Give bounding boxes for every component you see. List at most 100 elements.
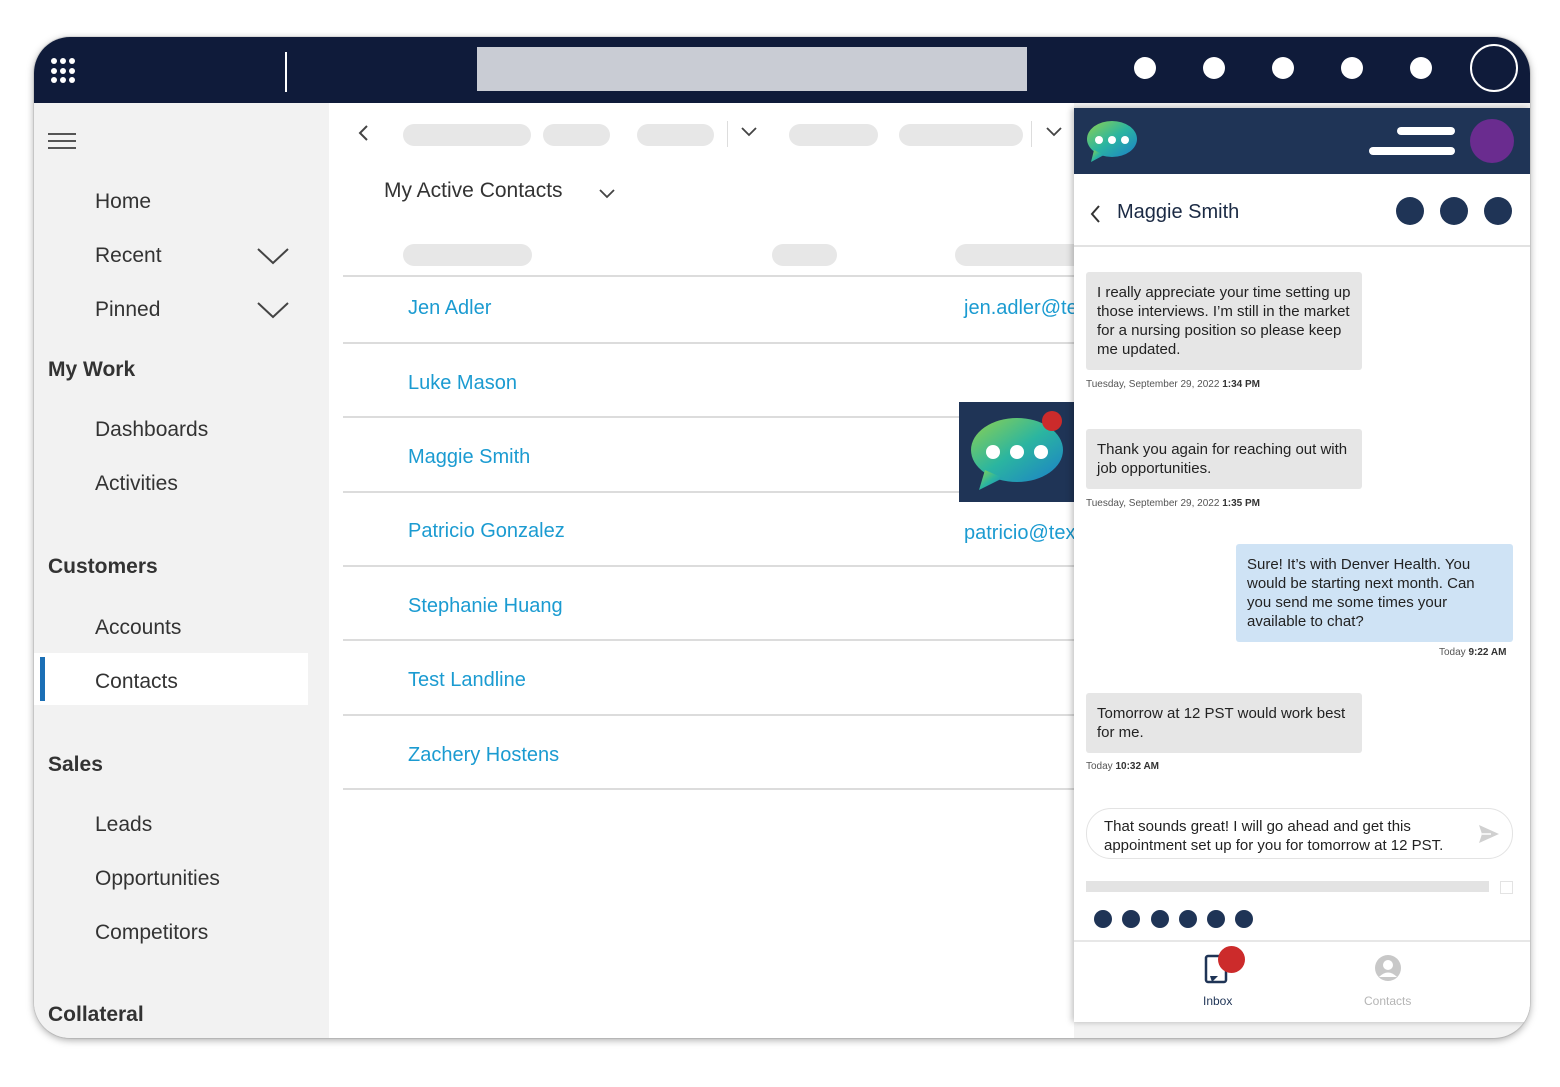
tab-contacts[interactable]: Contacts [1358,942,1418,1012]
sidebar-item-leads[interactable]: Leads [95,813,152,837]
topbar-action-2[interactable] [1203,57,1225,79]
sidebar-item-opportunities[interactable]: Opportunities [95,867,220,891]
view-title[interactable]: My Active Contacts [384,179,563,203]
topbar-action-5[interactable] [1410,57,1432,79]
composer-tool-2[interactable] [1122,910,1140,928]
message-bubble-incoming: I really appreciate your time setting up… [1086,272,1362,370]
topbar-action-3[interactable] [1272,57,1294,79]
toolbar-placeholder[interactable] [637,124,714,146]
contact-name-link[interactable]: Maggie Smith [408,446,530,469]
chevron-down-icon[interactable] [599,189,615,199]
message-timestamp: Tuesday, September 29, 2022 1:35 PM [1086,498,1260,509]
chevron-down-icon[interactable] [256,246,290,266]
chat-panel: Maggie Smith I really appreciate your ti… [1074,108,1530,1022]
header-placeholder-line [1369,147,1455,155]
notification-badge [1218,946,1245,973]
chevron-down-icon[interactable] [1046,127,1062,137]
toolbar-placeholder[interactable] [789,124,878,146]
chevron-down-icon[interactable] [741,127,757,137]
chat-launcher-button[interactable] [959,402,1077,502]
top-bar [34,37,1530,103]
topbar-divider [285,52,287,92]
section-my-work: My Work [48,358,136,381]
composer-tool-6[interactable] [1235,910,1253,928]
tab-inbox[interactable]: Inbox [1194,942,1245,1012]
column-header-placeholder[interactable] [955,244,1085,266]
chat-tab-bar: Inbox Contacts [1074,940,1530,1022]
chat-logo-icon [1087,121,1137,162]
conversation-action-2[interactable] [1440,197,1468,225]
message-timestamp: Tuesday, September 29, 2022 1:34 PM [1086,379,1260,390]
sidebar-item-recent[interactable]: Recent [95,244,162,268]
sidebar-item-accounts[interactable]: Accounts [95,616,181,640]
sidebar-item-pinned[interactable]: Pinned [95,298,160,322]
sidebar: Home Recent Pinned My Work Dashboards Ac… [34,103,329,1038]
section-collateral: Collateral [48,1003,144,1026]
sidebar-item-competitors[interactable]: Competitors [95,921,208,945]
contacts-person-icon [1375,955,1401,981]
contact-name-link[interactable]: Luke Mason [408,372,517,395]
composer-tool-3[interactable] [1151,910,1169,928]
conversation-header: Maggie Smith [1074,174,1530,247]
message-composer[interactable]: That sounds great! I will go ahead and g… [1086,808,1513,859]
contact-name-link[interactable]: Test Landline [408,669,526,692]
toolbar-divider [1031,121,1032,147]
row-divider [343,565,1088,567]
sidebar-item-contacts[interactable]: Contacts [95,670,178,694]
message-timestamp: Today 10:32 AM [1086,761,1160,772]
composer-tool-5[interactable] [1207,910,1225,928]
section-sales: Sales [48,753,103,776]
toolbar-placeholder[interactable] [899,124,1023,146]
row-divider [343,275,1088,277]
toolbar-placeholder[interactable] [543,124,610,146]
message-timestamp: Today 9:22 AM [1439,647,1507,658]
menu-icon[interactable] [48,133,76,149]
tab-label: Inbox [1203,994,1233,1008]
tab-label: Contacts [1364,994,1412,1008]
chat-panel-header [1074,108,1530,174]
section-customers: Customers [48,555,158,578]
message-bubble-outgoing: Sure! It’s with Denver Health. You would… [1236,544,1513,642]
column-header-placeholder[interactable] [772,244,837,266]
composer-text[interactable]: That sounds great! I will go ahead and g… [1104,817,1474,855]
row-divider [343,714,1088,716]
contact-name-link[interactable]: Zachery Hostens [408,744,559,767]
active-indicator [40,657,45,701]
agent-avatar[interactable] [1470,119,1514,163]
composer-tool-1[interactable] [1094,910,1112,928]
message-bubble-incoming: Tomorrow at 12 PST would work best for m… [1086,693,1362,753]
app-window: Home Recent Pinned My Work Dashboards Ac… [34,37,1530,1038]
contact-name-link[interactable]: Stephanie Huang [408,595,563,618]
conversation-action-1[interactable] [1396,197,1424,225]
contact-email-link[interactable]: patricio@tex [964,522,1075,545]
message-bubble-incoming: Thank you again for reaching out with jo… [1086,429,1362,489]
sidebar-item-home[interactable]: Home [95,190,151,214]
main-content: My Active Contacts Jen Adler jen.adler@t… [329,103,1088,1038]
row-divider [343,342,1088,344]
app-launcher-icon[interactable] [51,58,77,84]
contact-name-link[interactable]: Patricio Gonzalez [408,520,565,543]
sidebar-item-dashboards[interactable]: Dashboards [95,418,208,442]
topbar-action-1[interactable] [1134,57,1156,79]
chat-bubble-icon [971,411,1063,490]
conversation-action-3[interactable] [1484,197,1512,225]
back-chevron-icon[interactable] [357,124,369,142]
header-placeholder-line [1397,127,1455,135]
composer-tool-4[interactable] [1179,910,1197,928]
conversation-contact-name: Maggie Smith [1117,201,1240,223]
row-divider [343,788,1088,790]
send-icon[interactable] [1477,822,1501,846]
contact-email-link[interactable]: jen.adler@te [964,297,1078,320]
toolbar-placeholder[interactable] [403,124,531,146]
global-search-input[interactable] [477,47,1027,91]
sidebar-item-activities[interactable]: Activities [95,472,178,496]
character-count-bar [1086,881,1489,892]
back-chevron-icon[interactable] [1089,204,1101,224]
topbar-action-4[interactable] [1341,57,1363,79]
column-header-placeholder[interactable] [403,244,532,266]
chevron-down-icon[interactable] [256,300,290,320]
row-divider [343,639,1088,641]
option-checkbox[interactable] [1500,881,1513,894]
contact-name-link[interactable]: Jen Adler [408,297,491,320]
user-avatar[interactable] [1470,44,1518,92]
